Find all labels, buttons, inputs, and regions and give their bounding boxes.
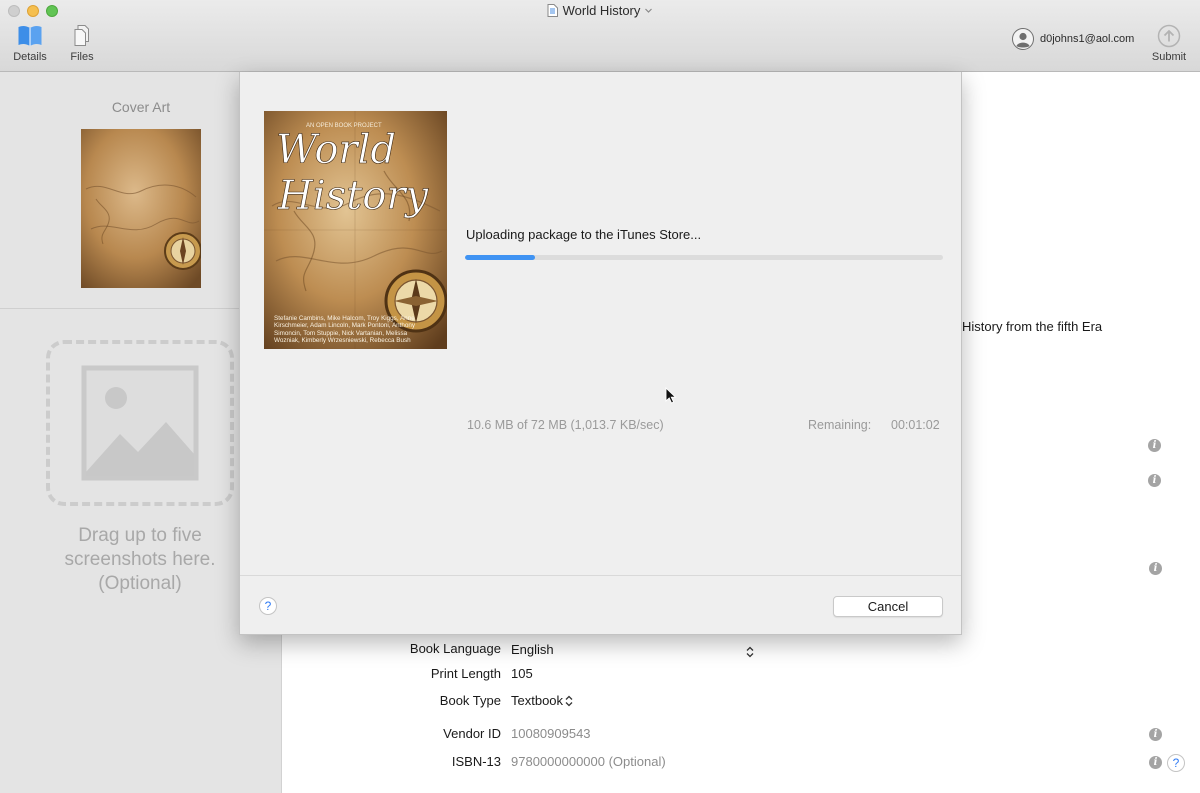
- help-button[interactable]: ?: [259, 597, 277, 615]
- avatar-icon: [1012, 28, 1034, 50]
- mouse-pointer-icon: [665, 387, 677, 404]
- book-type-label: Book Type: [439, 693, 501, 708]
- screenshot-drop-zone[interactable]: [46, 340, 234, 506]
- window-title[interactable]: World History: [0, 3, 1200, 18]
- details-tab[interactable]: Details: [5, 24, 55, 63]
- chevron-down-icon: [645, 8, 653, 13]
- info-icon[interactable]: i: [1149, 728, 1162, 741]
- vendor-id-field[interactable]: 10080909543: [511, 726, 591, 741]
- remaining-label: Remaining:: [808, 418, 872, 432]
- print-length-value[interactable]: 105: [511, 666, 533, 681]
- isbn-help-button[interactable]: ?: [1167, 754, 1185, 772]
- info-icon[interactable]: i: [1148, 474, 1161, 487]
- isbn-field[interactable]: 9780000000000 (Optional): [511, 754, 666, 769]
- files-tab[interactable]: Files: [57, 24, 107, 63]
- cover-title-line-2: History: [277, 173, 429, 219]
- cancel-button[interactable]: Cancel: [833, 596, 943, 617]
- details-tab-label: Details: [13, 51, 47, 63]
- upload-arrow-icon: [1157, 24, 1181, 48]
- submit-button[interactable]: Submit: [1144, 24, 1194, 63]
- remaining-time: 00:01:02: [891, 418, 940, 432]
- updown-chevron-icon[interactable]: [746, 646, 754, 658]
- transfer-stats: 10.6 MB of 72 MB (1,013.7 KB/sec): [467, 418, 664, 432]
- files-icon: [74, 25, 89, 46]
- book-icon: [18, 25, 42, 46]
- info-icon[interactable]: i: [1149, 562, 1162, 575]
- info-icon[interactable]: i: [1148, 439, 1161, 452]
- files-tab-label: Files: [70, 51, 94, 63]
- book-language-select[interactable]: English: [511, 642, 554, 657]
- drop-text-line-1: Drag up to five: [78, 525, 202, 546]
- window-title-text: World History: [562, 3, 641, 18]
- updown-chevron-icon[interactable]: [565, 695, 573, 707]
- info-icon[interactable]: i: [1149, 756, 1162, 769]
- print-length-label: Print Length: [430, 666, 501, 681]
- upload-progress-bar: [465, 255, 943, 260]
- cover-art-thumbnail[interactable]: [81, 129, 201, 288]
- sheet-footer-divider: [240, 575, 961, 576]
- description-fragment: History from the fifth Era: [962, 319, 1103, 334]
- isbn-label: ISBN-13: [451, 754, 501, 769]
- book-type-select[interactable]: Textbook: [511, 693, 563, 708]
- account-email: d0johns1@aol.com: [1040, 33, 1135, 45]
- drop-text-line-3: (Optional): [98, 573, 182, 594]
- window-toolbar: World History Details Files d0johns1@aol…: [0, 0, 1200, 72]
- submit-label: Submit: [1151, 51, 1187, 63]
- upload-progress-sheet: AN OPEN BOOK PROJECT World History Stefa…: [239, 72, 962, 635]
- cover-authors: Stefanie Cambins, Mike Halcom, Troy Kigg…: [274, 315, 416, 345]
- upload-status-text: Uploading package to the iTunes Store...: [466, 227, 702, 242]
- image-placeholder-icon: [81, 365, 199, 481]
- book-cover-image: AN OPEN BOOK PROJECT World History Stefa…: [264, 111, 447, 349]
- book-language-label: Book Language: [409, 641, 501, 656]
- upload-progress-fill: [465, 255, 536, 260]
- screenshot-drop-text: Drag up to five screenshots here. (Optio…: [40, 524, 240, 596]
- drop-text-line-2: screenshots here.: [64, 549, 216, 570]
- vendor-id-label: Vendor ID: [443, 726, 501, 741]
- cover-title-line-1: World: [276, 127, 396, 173]
- document-icon: [547, 4, 558, 17]
